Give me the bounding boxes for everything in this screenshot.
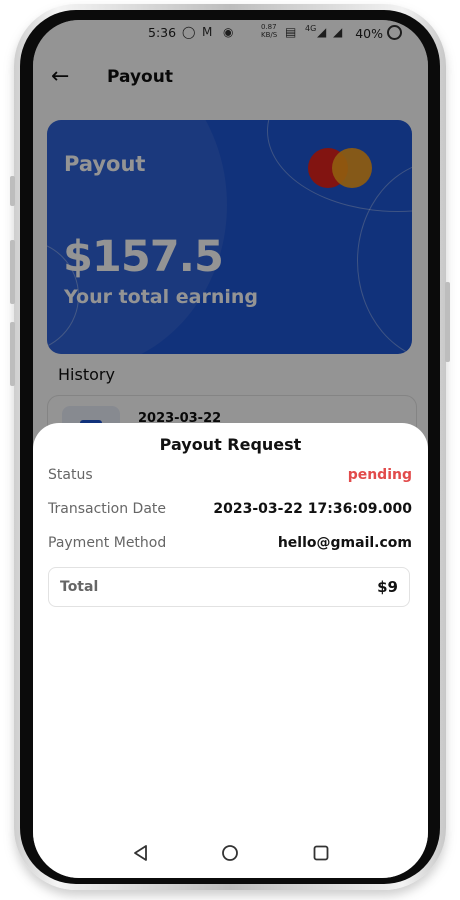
payout-request-sheet: Payout Request Status pending Transactio… <box>33 423 428 878</box>
phone-volume-up <box>10 240 15 304</box>
recents-square-icon[interactable] <box>312 844 330 862</box>
total-box: Total $9 <box>48 567 410 607</box>
phone-side-button <box>10 176 15 206</box>
transaction-date-value: 2023-03-22 17:36:09.000 <box>213 501 412 517</box>
phone-volume-down <box>10 322 15 386</box>
status-value: pending <box>347 467 412 483</box>
status-label: Status <box>48 467 93 483</box>
total-label: Total <box>60 579 99 595</box>
total-value: $9 <box>377 578 398 596</box>
phone-power-button <box>445 282 450 362</box>
transaction-date-label: Transaction Date <box>48 501 167 517</box>
payment-method-value: hello@gmail.com <box>277 535 412 551</box>
payment-method-label: Payment Method <box>48 535 167 551</box>
system-nav-bar <box>33 834 428 878</box>
phone-screen: 5:36 ◯ M ◉ 0.87 KB/S ▤ 4G ◢ ◢ 40% ← Payo… <box>33 20 428 878</box>
back-triangle-icon[interactable] <box>132 844 150 862</box>
sheet-title: Payout Request <box>159 435 302 454</box>
home-circle-icon[interactable] <box>221 844 239 862</box>
